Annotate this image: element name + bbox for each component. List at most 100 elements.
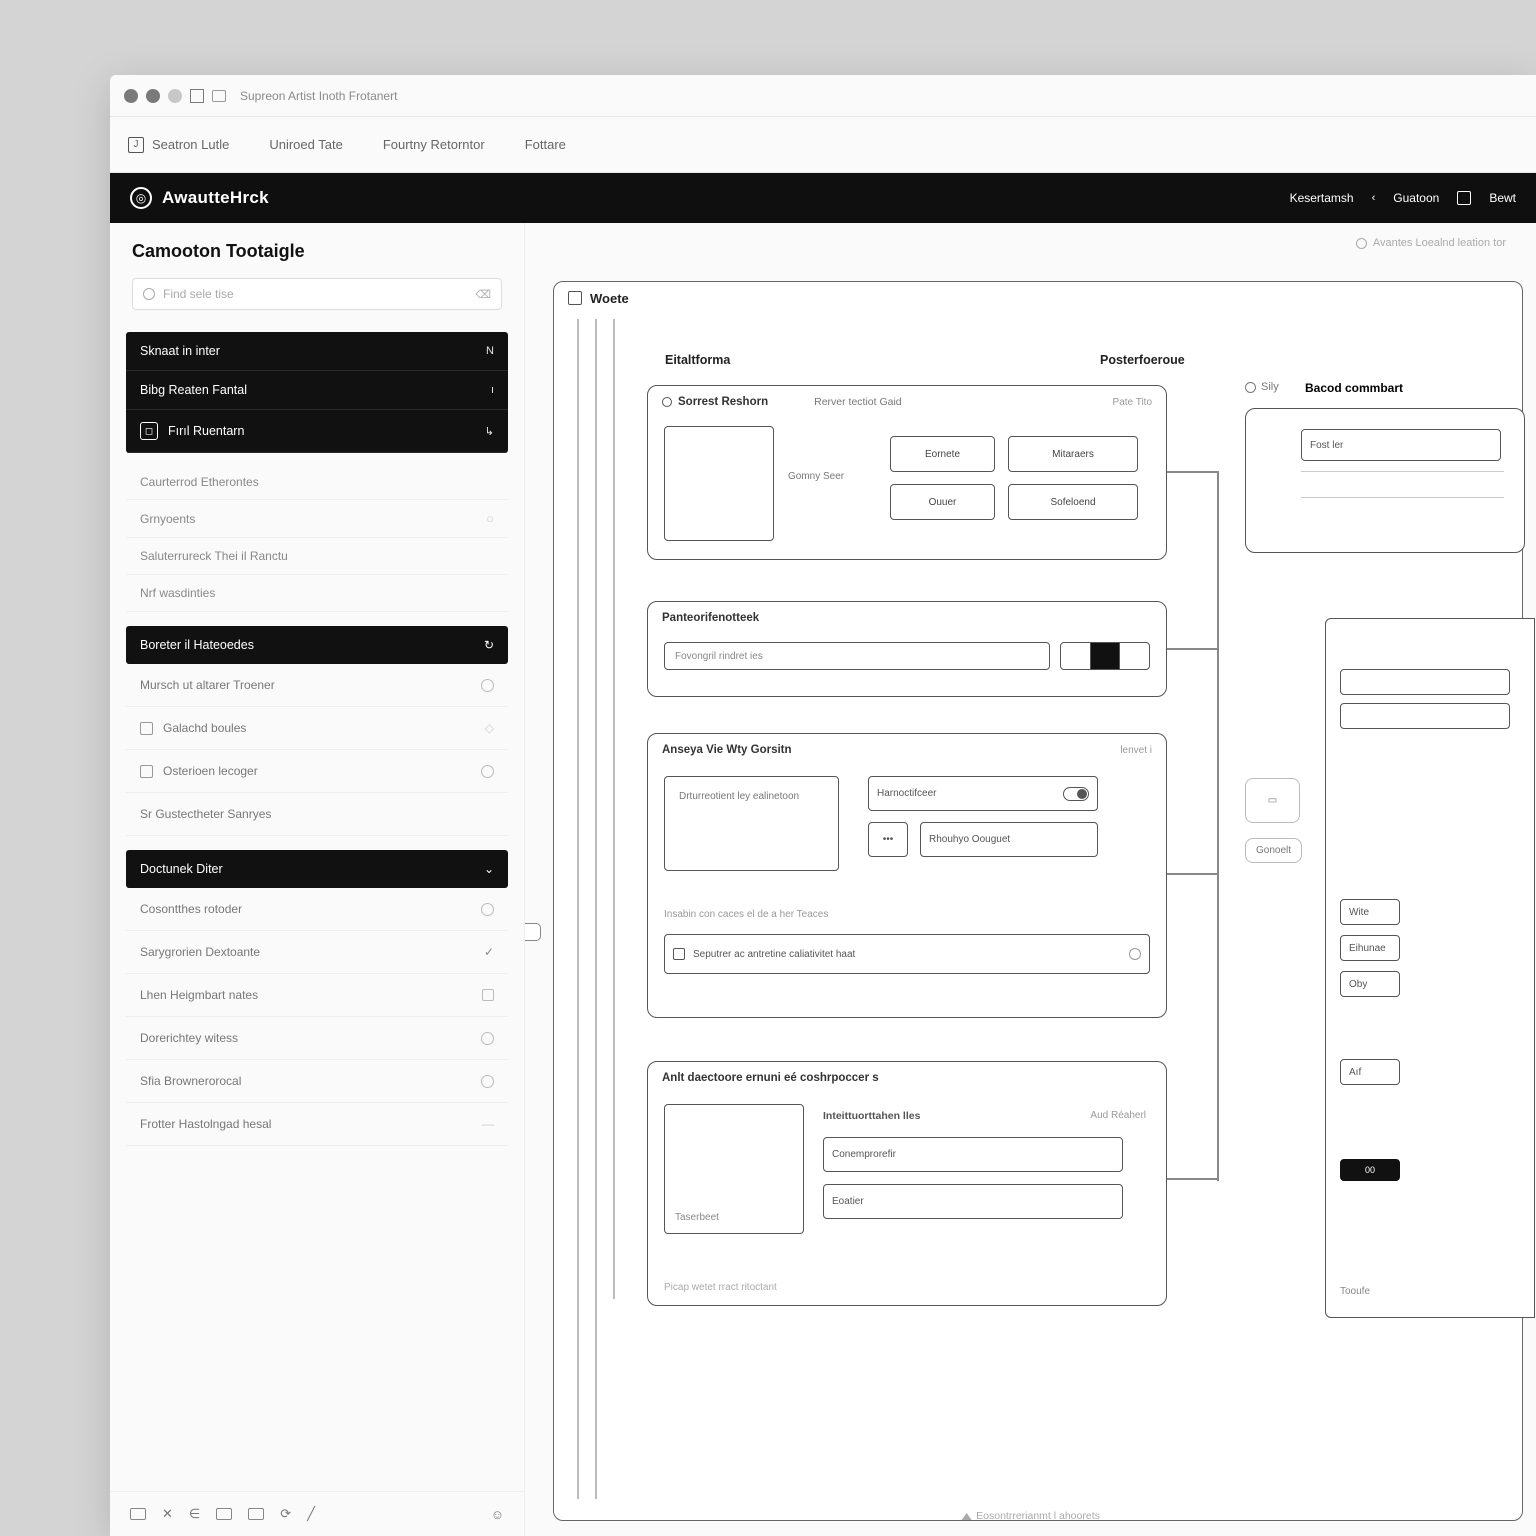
panel-icon[interactable]: [1457, 191, 1471, 205]
info-box[interactable]: Drturreotient ley ealinetoon: [664, 776, 839, 871]
tool-icon[interactable]: ✕: [162, 1506, 173, 1522]
topnav-item-2[interactable]: Guatoon: [1393, 191, 1439, 205]
sidebar-group-4-header[interactable]: Doctunek Diter⌄: [126, 850, 508, 888]
tab-2[interactable]: Uniroed Tate: [269, 137, 342, 152]
sidebar-item[interactable]: Cosontthes rotoder: [126, 888, 508, 931]
mini-button[interactable]: Mitaraers: [1008, 436, 1138, 472]
tool-icon[interactable]: ∈: [189, 1506, 200, 1522]
tab-3[interactable]: Fourtny Retorntor: [383, 137, 485, 152]
sidebar-group-3-header[interactable]: Boreter il Hateoedes↻: [126, 626, 508, 664]
text-field[interactable]: Eoatier: [823, 1184, 1123, 1219]
connector: [1167, 873, 1217, 875]
text-field[interactable]: Fovongril rindret ies: [664, 642, 1050, 670]
guide-line: [577, 319, 579, 1499]
checkbox-icon[interactable]: [140, 765, 153, 778]
tab-4[interactable]: Fottare: [525, 137, 566, 152]
toggle-row[interactable]: Harnoctifceer: [868, 776, 1098, 811]
card-2[interactable]: Panteorifenotteek Fovongril rindret ies: [647, 601, 1167, 697]
sidebar-item[interactable]: Sarygrorien Dextoante✓: [126, 931, 508, 974]
card-4[interactable]: Anlt daectoore ernuni eé coshrpoccer s T…: [647, 1061, 1167, 1306]
sidebar-item[interactable]: Lhen Heigmbart nates: [126, 974, 508, 1017]
guide-line: [595, 319, 597, 1499]
sidebar: Camooton Tootaigle Find sele tise ⌫ Skna…: [110, 223, 525, 1536]
column-header: Eitaltforma: [665, 353, 730, 367]
refresh-icon: ↻: [484, 638, 494, 652]
mini-button[interactable]: Sofeloend: [1008, 484, 1138, 520]
list-item[interactable]: Rhouhyo Oouguet: [920, 822, 1098, 857]
field[interactable]: Fost ler: [1301, 429, 1501, 461]
mini-button[interactable]: Ouuer: [890, 484, 995, 520]
segmented-control[interactable]: [1060, 642, 1150, 670]
sidebar-item[interactable]: Galachd boules◇: [126, 707, 508, 750]
sidebar-item[interactable]: Frotter Hastolngad hesal—: [126, 1103, 508, 1146]
canvas[interactable]: Avantes Loealnd leation tor Woete Eitalt…: [525, 223, 1536, 1536]
tool-icon[interactable]: [216, 1508, 232, 1520]
checkbox-icon[interactable]: [673, 948, 685, 960]
info-row[interactable]: Seputrer ac antretine caliativitet haat: [664, 934, 1150, 974]
dot-icon: [662, 397, 672, 407]
brand-icon: ◎: [130, 187, 152, 209]
field[interactable]: [1340, 669, 1510, 695]
field[interactable]: Eihunae: [1340, 935, 1400, 961]
search-input[interactable]: Find sele tise ⌫: [132, 278, 502, 310]
topnav-item-1[interactable]: Kesertamsh: [1290, 191, 1354, 205]
field[interactable]: Wite: [1340, 899, 1400, 925]
connector: [1167, 1178, 1217, 1180]
sidebar-group-primary: Sknaat in interN Bibg Reaten Fantalı ◻Fı…: [126, 332, 508, 453]
right-panel[interactable]: Wite Eihunae Oby Aıf 00 Tooufe: [1325, 618, 1535, 1318]
traffic-light-min[interactable]: [146, 89, 160, 103]
card-3[interactable]: Anseya Vie Wty Gorsitnlenvet i Drturreot…: [647, 733, 1167, 1018]
column-tag: Sily: [1245, 381, 1279, 393]
sidebar-item[interactable]: Sr Gustectheter Sanryes: [126, 793, 508, 836]
port-icon[interactable]: [525, 923, 541, 941]
sidebar-item[interactable]: Osterioen lecoger: [126, 750, 508, 793]
sidebar-item[interactable]: Grnyoents○: [126, 500, 508, 538]
sidebar-item[interactable]: Dorerichtey witess: [126, 1017, 508, 1060]
field[interactable]: Oby: [1340, 971, 1400, 997]
sidebar-item[interactable]: Saluterrureck Thei il Ranctu: [126, 538, 508, 575]
traffic-light-max[interactable]: [168, 89, 182, 103]
frame-title: Woete: [554, 281, 643, 315]
field[interactable]: [1340, 703, 1510, 729]
text-field[interactable]: Conemprorefir: [823, 1137, 1123, 1172]
chevron-down-icon: ⌄: [484, 862, 494, 876]
window-mode-icon[interactable]: [190, 89, 204, 103]
tab-1[interactable]: JSeatron Lutle: [128, 137, 229, 153]
checkbox-icon[interactable]: [140, 722, 153, 735]
action-box[interactable]: •••: [868, 822, 908, 857]
sidebar-item[interactable]: Sfia Brownerorocal: [126, 1060, 508, 1103]
window-title: Supreon Artist Inoth Frotanert: [240, 89, 397, 103]
mini-button[interactable]: Eornete: [890, 436, 995, 472]
search-clear-icon[interactable]: ⌫: [475, 288, 491, 301]
tool-icon[interactable]: ☺: [491, 1507, 504, 1522]
triangle-icon: [961, 1513, 971, 1520]
card-1[interactable]: Sorrest Reshorn Rerver tectiot Gaid Pate…: [647, 385, 1167, 560]
node-handle[interactable]: ▭: [1245, 778, 1300, 823]
thumbnail[interactable]: [664, 426, 774, 541]
chevron-left-icon[interactable]: ‹: [1372, 192, 1376, 204]
sidebar-item[interactable]: Bibg Reaten Fantalı: [126, 371, 508, 410]
group-header: Caurterrod Etherontes: [126, 465, 508, 500]
bottom-toolbar: ✕ ∈ ⟳ ╱ ☺: [110, 1491, 524, 1536]
tool-icon[interactable]: ╱: [307, 1506, 315, 1522]
toggle-icon[interactable]: [1063, 787, 1089, 801]
sidebar-item[interactable]: Nrf wasdinties: [126, 575, 508, 612]
tool-icon[interactable]: ⟳: [280, 1506, 291, 1522]
traffic-light-close[interactable]: [124, 89, 138, 103]
node-pill[interactable]: Gonoelt: [1245, 838, 1302, 863]
sidebar-group-2: Caurterrod Etherontes Grnyoents○ Saluter…: [126, 465, 508, 612]
field[interactable]: Aıf: [1340, 1059, 1400, 1085]
row-label: Inteittuorttahen lles: [823, 1110, 920, 1122]
app-window: Supreon Artist Inoth Frotanert JSeatron …: [110, 75, 1536, 1536]
tool-icon[interactable]: [248, 1508, 264, 1520]
sidebar-item[interactable]: ◻Fırıl Ruentarn↳: [126, 410, 508, 453]
canvas-search-note[interactable]: Avantes Loealnd leation tor: [1356, 237, 1506, 249]
sidebar-item[interactable]: Mursch ut altarer Troener: [126, 664, 508, 707]
card-subtitle: Rerver tectiot Gaid: [814, 396, 902, 408]
thumbnail[interactable]: Taserbeet: [664, 1104, 804, 1234]
sidebar-item[interactable]: Sknaat in interN: [126, 332, 508, 371]
tag[interactable]: 00: [1340, 1159, 1400, 1181]
right-card-1[interactable]: Fost ler: [1245, 408, 1525, 553]
topnav-item-3[interactable]: Bewt: [1489, 191, 1516, 205]
tool-icon[interactable]: [130, 1508, 146, 1520]
